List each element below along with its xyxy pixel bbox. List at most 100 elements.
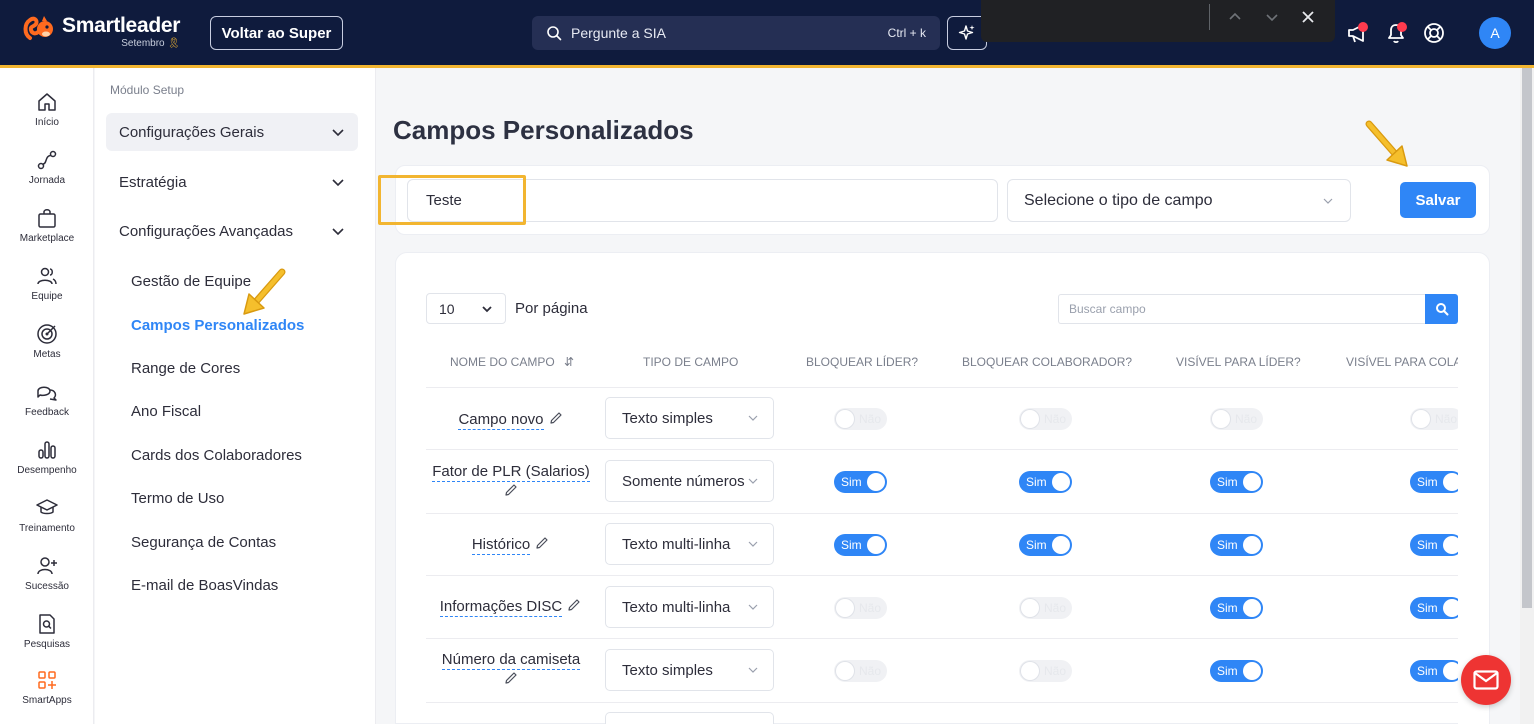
- user-avatar[interactable]: A: [1479, 17, 1511, 49]
- squirrel-logo-icon: [23, 16, 53, 40]
- nav-marketplace[interactable]: Marketplace: [0, 206, 94, 258]
- scrollbar-thumb[interactable]: [1522, 68, 1532, 608]
- chevron-up-icon[interactable]: [1226, 8, 1244, 26]
- column-header-bloquear-colaborador: BLOQUEAR COLABORADOR?: [962, 355, 1133, 369]
- field-search-button[interactable]: [1425, 294, 1458, 324]
- nav-label: Feedback: [25, 407, 69, 418]
- toggle-bloquear-colaborador[interactable]: Não: [1019, 660, 1072, 682]
- toggle-visivel-lider[interactable]: Não: [1210, 408, 1263, 430]
- toggle-bloquear-lider[interactable]: Sim: [834, 471, 887, 493]
- pencil-icon[interactable]: [548, 410, 564, 426]
- toggle-label: Não: [1043, 412, 1066, 426]
- nav-jornada[interactable]: Jornada: [0, 148, 94, 200]
- toggle-bloquear-colaborador[interactable]: Sim: [1019, 471, 1072, 493]
- table-row-type-select[interactable]: Somente números: [605, 460, 774, 502]
- toggle-visivel-colaborador[interactable]: Não: [1410, 408, 1463, 430]
- toggle-knob: [1212, 410, 1230, 428]
- pencil-icon[interactable]: [534, 535, 550, 551]
- setup-item-seguranca-de-contas[interactable]: Segurança de Contas: [131, 534, 276, 551]
- toggle-bloquear-colaborador[interactable]: Não: [1019, 408, 1072, 430]
- nav-pesquisas[interactable]: Pesquisas: [0, 612, 94, 664]
- toggle-label: Sim: [1417, 664, 1438, 678]
- pencil-icon[interactable]: [566, 597, 582, 613]
- toggle-visivel-lider[interactable]: Sim: [1210, 597, 1263, 619]
- toggle-bloquear-lider[interactable]: Sim: [834, 534, 887, 556]
- toggle-label: Sim: [841, 475, 862, 489]
- nav-label: Equipe: [31, 291, 63, 302]
- page-scrollbar[interactable]: [1520, 68, 1534, 724]
- browser-find-bar: [981, 0, 1335, 42]
- group-estrategia[interactable]: Estratégia: [106, 163, 358, 201]
- toggle-knob: [1412, 410, 1430, 428]
- field-type-select[interactable]: Selecione o tipo de campo: [1007, 179, 1351, 222]
- nav-feedback[interactable]: Feedback: [0, 380, 94, 432]
- nav-sucessao[interactable]: Sucessão: [0, 554, 94, 606]
- chevron-down-icon: [332, 129, 344, 137]
- table-row-name[interactable]: Fator de PLR (Salarios): [426, 462, 596, 502]
- toggle-knob: [1021, 662, 1039, 680]
- setup-item-gestao-de-equipe[interactable]: Gestão de Equipe: [131, 273, 251, 290]
- table-row-type-select[interactable]: Texto multi-linha: [605, 586, 774, 628]
- table-row-name[interactable]: Histórico: [426, 535, 596, 555]
- help-lifebuoy-icon[interactable]: [1421, 20, 1447, 46]
- setup-item-termo-de-uso[interactable]: Termo de Uso: [131, 490, 224, 507]
- toggle-visivel-lider[interactable]: Sim: [1210, 471, 1263, 493]
- toggle-bloquear-colaborador[interactable]: Sim: [1019, 534, 1072, 556]
- toggle-knob: [1052, 536, 1070, 554]
- contact-chat-button[interactable]: [1461, 655, 1511, 705]
- table-row-type-select[interactable]: Texto multi-linha: [605, 523, 774, 565]
- table-row-name[interactable]: Campo novo: [426, 410, 596, 430]
- nav-smartapps[interactable]: SmartApps: [0, 668, 94, 720]
- nav-treinamento[interactable]: Treinamento: [0, 496, 94, 548]
- pencil-icon[interactable]: [503, 482, 519, 498]
- table-row-name[interactable]: Número da camiseta: [426, 650, 596, 690]
- chevron-down-icon: [482, 305, 492, 312]
- toggle-visivel-lider[interactable]: Sim: [1210, 534, 1263, 556]
- toggle-visivel-colaborador[interactable]: Sim: [1410, 534, 1463, 556]
- nav-label: Pesquisas: [23, 639, 71, 650]
- toggle-visivel-colaborador[interactable]: Sim: [1410, 597, 1463, 619]
- group-configuracoes-gerais[interactable]: Configurações Gerais: [106, 113, 358, 151]
- nav-desempenho[interactable]: Desempenho: [0, 438, 94, 490]
- chevron-down-icon[interactable]: [1263, 8, 1281, 26]
- nav-metas[interactable]: Metas: [0, 322, 94, 374]
- save-button[interactable]: Salvar: [1400, 182, 1476, 218]
- table-row-name[interactable]: Informações DISC: [426, 597, 596, 617]
- field-search-input[interactable]: [1058, 294, 1426, 324]
- column-header-nome[interactable]: NOME DO CAMPO ⇵: [450, 355, 574, 369]
- toggle-label: Não: [858, 601, 881, 615]
- sia-search-bar[interactable]: Pergunte a SIA Ctrl + k: [532, 16, 940, 50]
- setup-item-campos-personalizados[interactable]: Campos Personalizados: [131, 317, 304, 334]
- nav-equipe[interactable]: Equipe: [0, 264, 94, 316]
- shopping-bag-icon: [38, 209, 56, 228]
- per-page-select[interactable]: 10: [426, 293, 506, 324]
- toggle-knob: [1243, 536, 1261, 554]
- setup-item-cards-dos-colaboradores[interactable]: Cards dos Colaboradores: [131, 447, 302, 464]
- toggle-bloquear-colaborador[interactable]: Não: [1019, 597, 1072, 619]
- nav-label: Início: [35, 117, 59, 128]
- pencil-icon[interactable]: [503, 670, 519, 686]
- nav-inicio[interactable]: Início: [0, 90, 94, 142]
- chevron-down-icon: [748, 541, 758, 547]
- toggle-visivel-colaborador[interactable]: Sim: [1410, 660, 1463, 682]
- toggle-bloquear-lider[interactable]: Não: [834, 408, 887, 430]
- toggle-bloquear-lider[interactable]: Não: [834, 660, 887, 682]
- logo-name: Smartleader: [62, 14, 181, 37]
- group-configuracoes-avancadas[interactable]: Configurações Avançadas: [106, 212, 358, 250]
- toggle-visivel-colaborador[interactable]: Sim: [1410, 471, 1463, 493]
- sort-icon[interactable]: ⇵: [564, 355, 574, 369]
- back-to-super-button[interactable]: Voltar ao Super: [210, 16, 343, 50]
- table-row-type-select[interactable]: [605, 712, 774, 724]
- table-row-type-select[interactable]: Texto simples: [605, 649, 774, 691]
- chevron-down-icon: [748, 667, 758, 673]
- close-icon[interactable]: [1299, 8, 1317, 26]
- toggle-bloquear-lider[interactable]: Não: [834, 597, 887, 619]
- setup-item-ano-fiscal[interactable]: Ano Fiscal: [131, 403, 201, 420]
- setup-item-range-de-cores[interactable]: Range de Cores: [131, 360, 240, 377]
- toggle-label: Não: [1043, 601, 1066, 615]
- table-row-type-select[interactable]: Texto simples: [605, 397, 774, 439]
- setup-item-email-de-boasvindas[interactable]: E-mail de BoasVindas: [131, 577, 278, 594]
- toggle-label: Sim: [1417, 538, 1438, 552]
- logo[interactable]: Smartleader Setembro 🎗: [22, 14, 180, 54]
- toggle-visivel-lider[interactable]: Sim: [1210, 660, 1263, 682]
